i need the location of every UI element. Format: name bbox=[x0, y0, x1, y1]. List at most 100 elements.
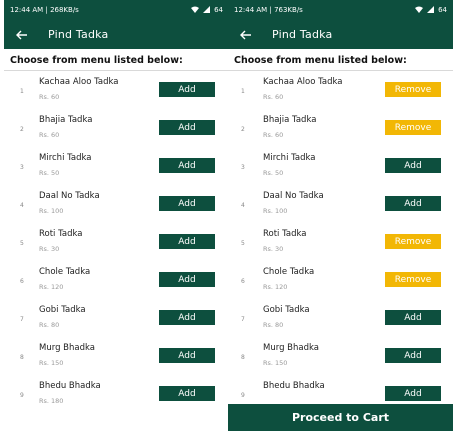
item-price: Rs. 50 bbox=[39, 169, 60, 177]
status-time: 12:44 AM bbox=[10, 6, 44, 14]
item-name: Murg Bhadka bbox=[263, 343, 319, 353]
item-name: Chole Tadka bbox=[263, 267, 315, 277]
item-index: 9 bbox=[241, 392, 245, 399]
list-item: 8 Murg Bhadka Rs. 150 Add bbox=[4, 337, 229, 375]
list-item: 1 Kachaa Aloo Tadka Rs. 60 Add bbox=[4, 71, 229, 109]
item-index: 6 bbox=[20, 278, 24, 285]
item-index: 7 bbox=[20, 316, 24, 323]
list-item: 6 Chole Tadka Rs. 120 Add bbox=[4, 261, 229, 299]
wifi-icon bbox=[191, 6, 200, 15]
remove-button[interactable]: Remove bbox=[385, 120, 441, 135]
list-item: 5 Roti Tadka Rs. 30 Add bbox=[4, 223, 229, 261]
add-button[interactable]: Add bbox=[159, 82, 215, 97]
add-button[interactable]: Add bbox=[159, 310, 215, 325]
item-price: Rs. 60 bbox=[39, 93, 60, 101]
list-item: 1 Kachaa Aloo Tadka Rs. 60 Remove bbox=[228, 71, 453, 109]
item-name: Chole Tadka bbox=[39, 267, 91, 277]
remove-button[interactable]: Remove bbox=[385, 82, 441, 97]
item-price: Rs. 80 bbox=[39, 321, 60, 329]
status-right: 64 bbox=[415, 5, 447, 15]
list-item: 9 Bhedu Bhadka Rs. 180 Add bbox=[4, 375, 229, 413]
wifi-icon bbox=[415, 6, 424, 15]
item-price: Rs. 180 bbox=[39, 397, 64, 405]
list-item: 7 Gobi Tadka Rs. 80 Add bbox=[228, 299, 453, 337]
item-index: 5 bbox=[241, 240, 245, 247]
list-item: 7 Gobi Tadka Rs. 80 Add bbox=[4, 299, 229, 337]
item-index: 6 bbox=[241, 278, 245, 285]
add-button[interactable]: Add bbox=[159, 234, 215, 249]
status-speed: 268KB/s bbox=[50, 6, 79, 14]
status-right: 64 bbox=[191, 5, 223, 15]
item-price: Rs. 120 bbox=[263, 283, 288, 291]
add-button[interactable]: Add bbox=[385, 196, 441, 211]
arrow-left-icon[interactable] bbox=[14, 27, 30, 43]
item-name: Mirchi Tadka bbox=[39, 153, 92, 163]
remove-button[interactable]: Remove bbox=[385, 234, 441, 249]
list-item: 2 Bhajia Tadka Rs. 60 Add bbox=[4, 109, 229, 147]
battery-level: 64 bbox=[214, 6, 223, 14]
item-name: Daal No Tadka bbox=[263, 191, 324, 201]
item-index: 9 bbox=[20, 392, 24, 399]
add-button[interactable]: Add bbox=[159, 158, 215, 173]
list-item: 5 Roti Tadka Rs. 30 Remove bbox=[228, 223, 453, 261]
item-index: 1 bbox=[20, 88, 24, 95]
item-price: Rs. 150 bbox=[39, 359, 64, 367]
add-button[interactable]: Add bbox=[385, 158, 441, 173]
app-bar: Pind Tadka bbox=[228, 20, 453, 49]
add-button[interactable]: Add bbox=[385, 310, 441, 325]
arrow-left-icon[interactable] bbox=[238, 27, 254, 43]
battery-level: 64 bbox=[438, 6, 447, 14]
status-bar: 12:44 AM | 763KB/s 64 bbox=[228, 0, 453, 20]
status-speed: 763KB/s bbox=[274, 6, 303, 14]
item-price: Rs. 50 bbox=[263, 169, 284, 177]
item-name: Kachaa Aloo Tadka bbox=[263, 77, 343, 87]
status-left: 12:44 AM | 763KB/s bbox=[234, 6, 303, 14]
page-title: Pind Tadka bbox=[272, 28, 333, 41]
list-item: 4 Daal No Tadka Rs. 100 Add bbox=[4, 185, 229, 223]
add-button[interactable]: Add bbox=[385, 386, 441, 401]
add-button[interactable]: Add bbox=[159, 272, 215, 287]
item-price: Rs. 100 bbox=[39, 207, 64, 215]
item-index: 5 bbox=[20, 240, 24, 247]
app-bar: Pind Tadka bbox=[4, 20, 229, 49]
add-button[interactable]: Add bbox=[385, 348, 441, 363]
menu-subtitle: Choose from menu listed below: bbox=[228, 49, 453, 71]
list-item: 2 Bhajia Tadka Rs. 60 Remove bbox=[228, 109, 453, 147]
item-name: Bhedu Bhadka bbox=[39, 381, 101, 391]
item-name: Kachaa Aloo Tadka bbox=[39, 77, 119, 87]
signal-icon bbox=[427, 5, 435, 15]
add-button[interactable]: Add bbox=[159, 348, 215, 363]
status-left: 12:44 AM | 268KB/s bbox=[10, 6, 79, 14]
item-index: 4 bbox=[20, 202, 24, 209]
remove-button[interactable]: Remove bbox=[385, 272, 441, 287]
item-price: Rs. 60 bbox=[263, 93, 284, 101]
item-index: 2 bbox=[241, 126, 245, 133]
list-item: 3 Mirchi Tadka Rs. 50 Add bbox=[4, 147, 229, 185]
item-name: Mirchi Tadka bbox=[263, 153, 316, 163]
add-button[interactable]: Add bbox=[159, 196, 215, 211]
proceed-to-cart-button[interactable]: Proceed to Cart bbox=[228, 404, 453, 431]
item-name: Bhajia Tadka bbox=[39, 115, 93, 125]
item-index: 1 bbox=[241, 88, 245, 95]
item-price: Rs. 150 bbox=[263, 359, 288, 367]
item-index: 3 bbox=[20, 164, 24, 171]
item-name: Bhedu Bhadka bbox=[263, 381, 325, 391]
item-price: Rs. 100 bbox=[263, 207, 288, 215]
menu-subtitle: Choose from menu listed below: bbox=[4, 49, 229, 71]
item-price: Rs. 120 bbox=[39, 283, 64, 291]
list-item: 3 Mirchi Tadka Rs. 50 Add bbox=[228, 147, 453, 185]
item-name: Daal No Tadka bbox=[39, 191, 100, 201]
list-item: 6 Chole Tadka Rs. 120 Remove bbox=[228, 261, 453, 299]
status-time: 12:44 AM bbox=[234, 6, 268, 14]
add-button[interactable]: Add bbox=[159, 120, 215, 135]
page-title: Pind Tadka bbox=[48, 28, 109, 41]
item-name: Bhajia Tadka bbox=[263, 115, 317, 125]
phone-screen-right: 12:44 AM | 763KB/s 64 Pind Tadka Choose … bbox=[228, 0, 453, 431]
item-price: Rs. 30 bbox=[39, 245, 60, 253]
add-button[interactable]: Add bbox=[159, 386, 215, 401]
item-name: Roti Tadka bbox=[39, 229, 83, 239]
item-index: 7 bbox=[241, 316, 245, 323]
item-price: Rs. 30 bbox=[263, 245, 284, 253]
item-price: Rs. 80 bbox=[263, 321, 284, 329]
item-price: Rs. 60 bbox=[263, 131, 284, 139]
